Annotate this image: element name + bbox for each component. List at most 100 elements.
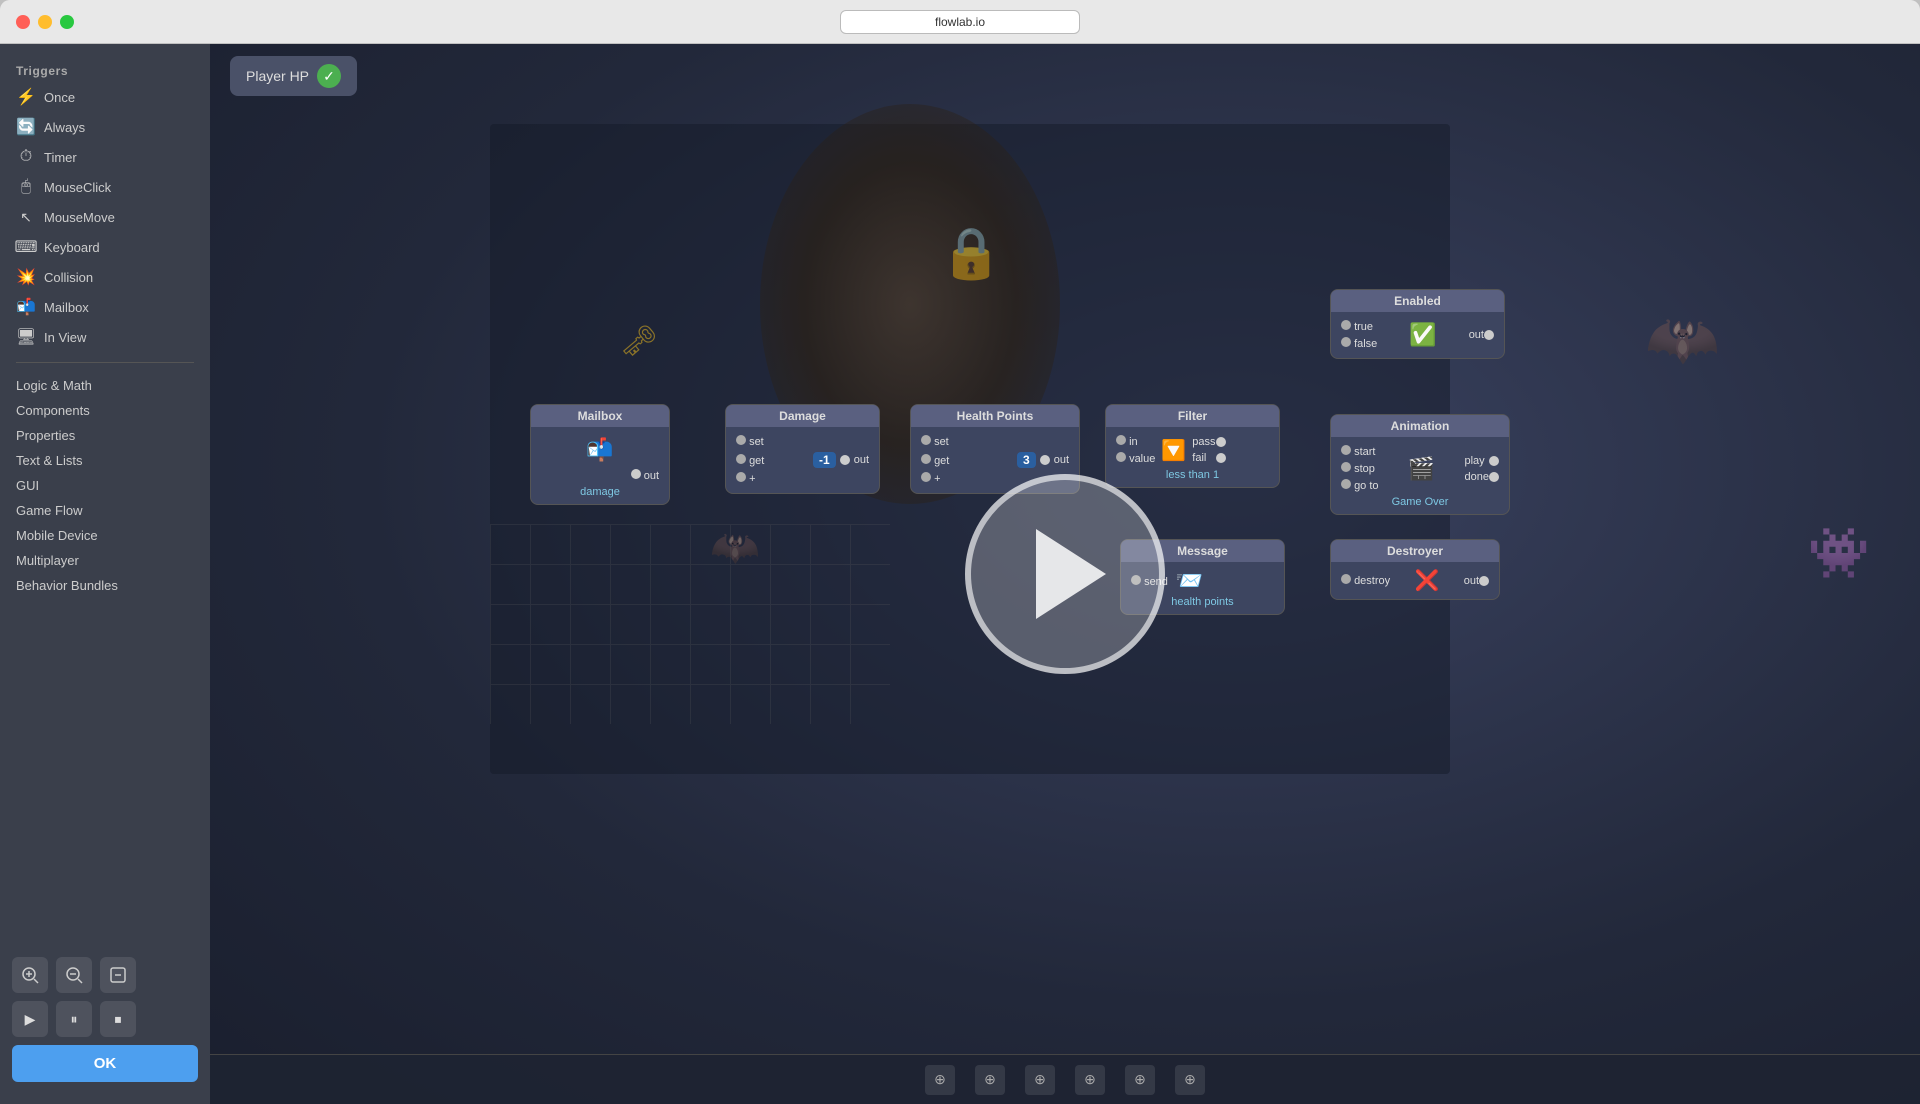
- traffic-lights: [16, 15, 74, 29]
- sidebar-item-mousemove[interactable]: ↖ MouseMove: [0, 202, 210, 232]
- filter-fail-row: fail: [1192, 450, 1225, 466]
- sidebar-category-multiplayer[interactable]: Multiplayer: [0, 548, 210, 573]
- anim-stop-port: [1341, 462, 1351, 472]
- damage-out-port: [840, 455, 850, 465]
- hp-set-port: [921, 435, 931, 445]
- app-body: Triggers ⚡ Once 🔄 Always ⏱ Timer 🖱 Mouse…: [0, 44, 1920, 1104]
- sidebar-category-components[interactable]: Components: [0, 398, 210, 423]
- sidebar-category-gui[interactable]: GUI: [0, 473, 210, 498]
- mailbox-sublabel: damage: [541, 486, 659, 498]
- main-canvas[interactable]: 🔒 🦇 🦇 🗝 👾 Player HP ✓: [210, 44, 1920, 1104]
- node-damage[interactable]: Damage set get -1 out +: [725, 404, 880, 494]
- sidebar-item-inview[interactable]: 🖥 In View: [0, 322, 210, 352]
- player-hp-label: Player HP: [246, 68, 309, 84]
- anim-stop-row: stop: [1341, 460, 1379, 477]
- url-bar[interactable]: flowlab.io: [840, 10, 1080, 34]
- reset-zoom-button[interactable]: [100, 957, 136, 993]
- mailbox-node-icon: 📬: [541, 437, 659, 463]
- toolbar-icon-6[interactable]: ⊕: [1175, 1065, 1205, 1095]
- sidebar-category-gameflow[interactable]: Game Flow: [0, 498, 210, 523]
- anim-goto-port: [1341, 479, 1351, 489]
- timer-label: Timer: [44, 150, 77, 165]
- sidebar-category-text[interactable]: Text & Lists: [0, 448, 210, 473]
- titlebar: flowlab.io: [0, 0, 1920, 44]
- destroyer-port-row: destroy: [1341, 572, 1390, 589]
- mailbox-node-header: Mailbox: [531, 405, 669, 427]
- sidebar-category-mobile[interactable]: Mobile Device: [0, 523, 210, 548]
- filter-sublabel: less than 1: [1116, 469, 1269, 481]
- minimize-button[interactable]: [38, 15, 52, 29]
- collision-label: Collision: [44, 270, 93, 285]
- hp-value: 3: [1017, 452, 1036, 468]
- once-label: Once: [44, 90, 75, 105]
- player-hp-tag[interactable]: Player HP ✓: [230, 56, 357, 96]
- toolbar-icon-2[interactable]: ⊕: [975, 1065, 1005, 1095]
- sidebar-item-collision[interactable]: 💥 Collision: [0, 262, 210, 292]
- damage-node-header: Damage: [726, 405, 879, 427]
- filter-icon: 🔽: [1161, 438, 1186, 463]
- sidebar-item-mailbox[interactable]: 📬 Mailbox: [0, 292, 210, 322]
- anim-goto-row: go to: [1341, 477, 1379, 494]
- ok-button[interactable]: OK: [12, 1045, 198, 1082]
- destroyer-icon: ❌: [1414, 568, 1439, 593]
- anim-play-row: play: [1465, 453, 1499, 469]
- filter-in-port: [1116, 435, 1126, 445]
- destroyer-destroy-port: [1341, 574, 1351, 584]
- mouseclick-label: MouseClick: [44, 180, 111, 195]
- enabled-checkmark: ✅: [1409, 322, 1436, 348]
- play-overlay-button[interactable]: [965, 474, 1165, 674]
- destroyer-out-row: out: [1464, 573, 1489, 589]
- stop-button[interactable]: ⏹: [100, 1001, 136, 1037]
- node-animation[interactable]: Animation start stop go to: [1330, 414, 1510, 515]
- filter-node-body: in value 🔽 pass fail: [1106, 427, 1279, 487]
- node-destroyer[interactable]: Destroyer destroy ❌ out: [1330, 539, 1500, 600]
- zoom-out-button[interactable]: [56, 957, 92, 993]
- damage-get-row: get -1 out: [736, 450, 869, 470]
- mailbox-port-row: out: [541, 467, 659, 484]
- animation-sublabel: Game Over: [1341, 496, 1499, 508]
- mousemove-icon: ↖: [16, 207, 36, 227]
- zoom-in-button[interactable]: [12, 957, 48, 993]
- toolbar-icon-3[interactable]: ⊕: [1025, 1065, 1055, 1095]
- canvas-toolbar: ⊕ ⊕ ⊕ ⊕ ⊕ ⊕: [210, 1054, 1920, 1104]
- sidebar-divider: [16, 362, 194, 363]
- pause-button[interactable]: ⏸: [56, 1001, 92, 1037]
- enabled-node-header: Enabled: [1331, 290, 1504, 312]
- hp-plus-port: [921, 472, 931, 482]
- sidebar-item-timer[interactable]: ⏱ Timer: [0, 142, 210, 172]
- destroyer-out-port: [1479, 576, 1489, 586]
- sidebar-bottom: ▶ ⏸ ⏹ OK: [0, 947, 210, 1092]
- node-enabled[interactable]: Enabled true false ✅: [1330, 289, 1505, 359]
- sidebar-category-bundles[interactable]: Behavior Bundles: [0, 573, 210, 598]
- toolbar-icon-1[interactable]: ⊕: [925, 1065, 955, 1095]
- damage-set-port: [736, 435, 746, 445]
- sidebar-category-properties[interactable]: Properties: [0, 423, 210, 448]
- filter-pass-row: pass: [1192, 434, 1225, 450]
- sidebar-item-keyboard[interactable]: ⌨ Keyboard: [0, 232, 210, 262]
- keyboard-icon: ⌨: [16, 237, 36, 257]
- filter-fail-port: [1216, 453, 1226, 463]
- close-button[interactable]: [16, 15, 30, 29]
- sidebar-item-always[interactable]: 🔄 Always: [0, 112, 210, 142]
- node-filter[interactable]: Filter in value 🔽: [1105, 404, 1280, 488]
- mailbox-out-port: [631, 469, 641, 479]
- destroyer-node-header: Destroyer: [1331, 540, 1499, 562]
- toolbar-icon-4[interactable]: ⊕: [1075, 1065, 1105, 1095]
- enabled-true-port: [1341, 320, 1351, 330]
- collision-icon: 💥: [16, 267, 36, 287]
- always-icon: 🔄: [16, 117, 36, 137]
- damage-value: -1: [813, 452, 836, 468]
- anim-start-port: [1341, 445, 1351, 455]
- sidebar-item-mouseclick[interactable]: 🖱 MouseClick: [0, 172, 210, 202]
- play-button[interactable]: ▶: [12, 1001, 48, 1037]
- maximize-button[interactable]: [60, 15, 74, 29]
- sidebar-item-once[interactable]: ⚡ Once: [0, 82, 210, 112]
- timer-icon: ⏱: [16, 147, 36, 167]
- always-label: Always: [44, 120, 85, 135]
- damage-plus-row: +: [736, 470, 869, 487]
- toolbar-icon-5[interactable]: ⊕: [1125, 1065, 1155, 1095]
- enabled-out-row: out: [1469, 327, 1494, 343]
- sidebar-category-logic[interactable]: Logic & Math: [0, 373, 210, 398]
- triggers-label: Triggers: [0, 56, 210, 82]
- node-mailbox[interactable]: Mailbox 📬 out damage: [530, 404, 670, 505]
